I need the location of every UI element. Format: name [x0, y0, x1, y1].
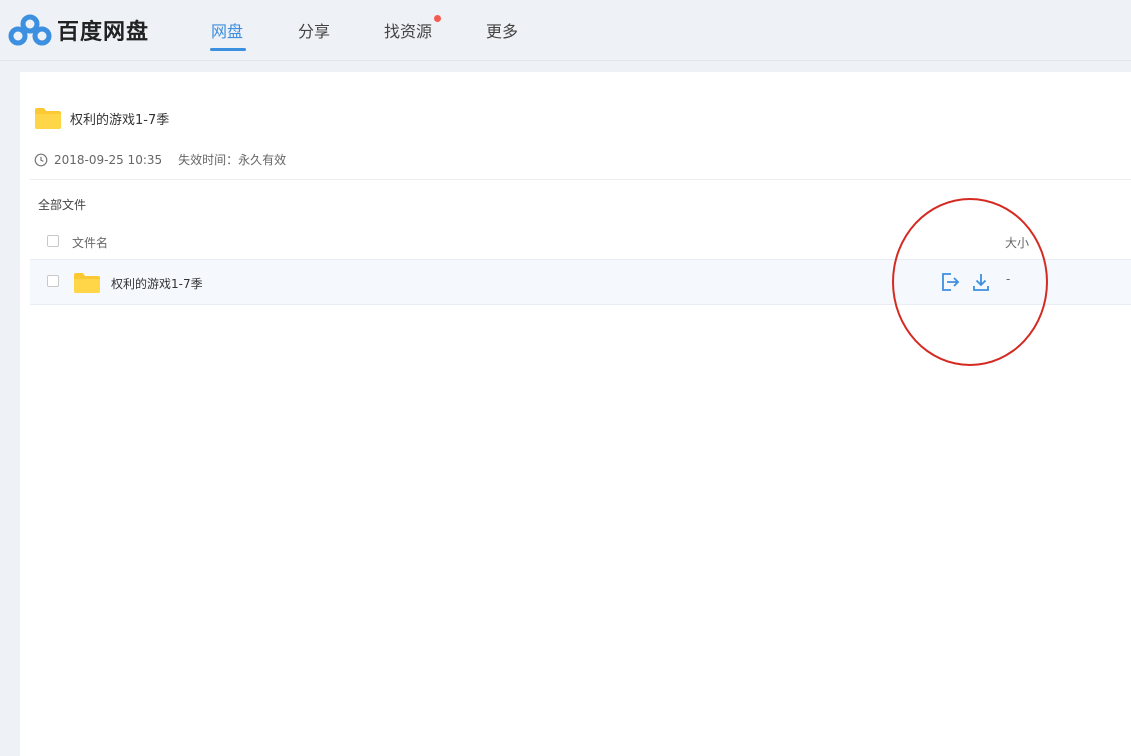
- share-title: 权利的游戏1-7季: [70, 113, 170, 128]
- file-name[interactable]: 权利的游戏1-7季: [111, 275, 203, 292]
- notification-dot: [434, 15, 441, 22]
- top-navigation-bar: 百度网盘 网盘 分享 找资源 更多: [0, 0, 1131, 61]
- table-row[interactable]: 权利的游戏1-7季 -: [30, 259, 1131, 305]
- select-all-checkbox[interactable]: [47, 235, 59, 247]
- nav-find-resources[interactable]: 找资源: [384, 18, 432, 42]
- cloud-logo-icon: [8, 14, 52, 46]
- download-icon[interactable]: [972, 272, 990, 292]
- nav-share[interactable]: 分享: [298, 18, 330, 42]
- save-to-netdisk-icon[interactable]: [940, 272, 960, 292]
- expire-time: 失效时间：永久有效: [178, 153, 287, 167]
- folder-icon: [74, 273, 100, 293]
- column-header-size[interactable]: 大小: [1005, 234, 1029, 251]
- share-meta: 2018-09-25 10:35 失效时间：永久有效: [34, 151, 286, 168]
- nav-netdisk[interactable]: 网盘: [211, 18, 243, 42]
- logo-text: 百度网盘: [57, 20, 150, 45]
- row-checkbox[interactable]: [47, 275, 59, 287]
- share-panel: 权利的游戏1-7季 2018-09-25 10:35 失效时间：永久有效 全部文…: [20, 72, 1131, 756]
- column-header-filename[interactable]: 文件名: [72, 234, 108, 251]
- folder-icon: [35, 108, 61, 129]
- nav-more[interactable]: 更多: [486, 18, 518, 42]
- share-date: 2018-09-25 10:35: [54, 152, 163, 167]
- breadcrumb-all-files[interactable]: 全部文件: [38, 196, 86, 213]
- clock-icon: [34, 153, 48, 166]
- divider: [30, 179, 1131, 180]
- active-tab-underline: [210, 48, 246, 51]
- file-size: -: [1006, 272, 1011, 286]
- baidu-netdisk-logo[interactable]: 百度网盘: [8, 12, 149, 48]
